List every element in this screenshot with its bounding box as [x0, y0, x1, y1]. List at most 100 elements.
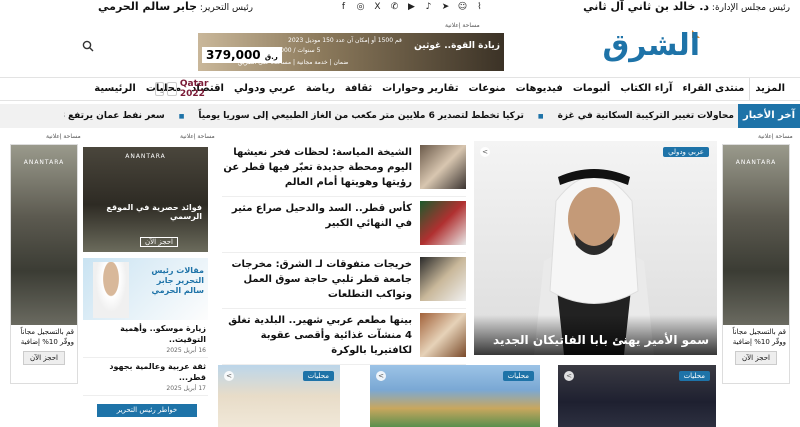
nav-item[interactable]: فيديوهات [511, 78, 568, 100]
editor-label: رئيس التحرير: [199, 3, 254, 13]
hero-title[interactable]: سمو الأمير يهنئ بابا الفاتيكان الجديد [493, 333, 709, 347]
nav-item[interactable]: منوعات [463, 78, 510, 100]
share-icon[interactable]: < [480, 147, 490, 157]
tiktok-icon[interactable]: ♪ [423, 1, 434, 12]
mid-ad[interactable]: ANANTARA فوائد حصرية في الموقع الرسمي اح… [83, 147, 208, 252]
news-item[interactable]: خريجات متفوقات لـ الشرق: مخرجات جامعة قط… [222, 253, 466, 309]
ticker-items: محاولات تغيير التركيبة السكانية في غزة ■ ت… [64, 104, 734, 128]
nav-item[interactable]: المزيد [749, 78, 790, 100]
editor-article-list: زيارة موسكو.. وأهمية التوقيت.. 16 أبريل 2… [83, 320, 208, 396]
nav-item[interactable]: تقارير وحوارات [377, 78, 463, 100]
ticker-separator-icon: ■ [178, 113, 185, 120]
mid-ad-button[interactable]: احجز الآن [140, 237, 178, 247]
share-icon[interactable]: < [224, 371, 234, 381]
nav-item[interactable]: الرئيسية [89, 78, 141, 100]
hero-badge[interactable]: عربي ودولي [663, 147, 709, 157]
editor-articles-banner[interactable]: مقالات رئيس التحرير جابر سالم الحرمي [83, 258, 208, 320]
facebook-icon[interactable]: f [338, 1, 349, 12]
news-title[interactable]: خريجات متفوقات لـ الشرق: مخرجات جامعة قط… [222, 257, 412, 302]
card-badge[interactable]: محليات [302, 371, 334, 381]
board-chair-name: د. خالد بن ثاني آل ثاني [583, 0, 710, 13]
nav-item[interactable]: ثقافة [340, 78, 377, 100]
news-card-3[interactable]: محليات < [558, 365, 716, 427]
editor-article-item[interactable]: ثقة عربية وعالمية بجهود قطر... 17 أبريل 2… [83, 358, 208, 396]
nav-item[interactable]: عربي ودولي [229, 78, 301, 100]
editor-more-button[interactable]: خواطر رئيس التحرير [97, 404, 197, 417]
news-card-2[interactable]: محليات < [370, 365, 540, 427]
telegram-icon[interactable]: ➤ [440, 1, 451, 12]
board-chair-label: رئيس مجلس الإدارة: [711, 3, 790, 13]
snapchat-icon[interactable]: ☺ [457, 1, 468, 12]
nav-item[interactable]: آراء الكتاب [615, 78, 677, 100]
ad-slogan: زيادة القوة.. غوثين [414, 41, 500, 51]
editor-name: جابر سالم الحرمي [98, 0, 198, 13]
editor-article-date: 17 أبريل 2025 [166, 385, 206, 392]
mid-ad-label: مساحة إعلانية [180, 133, 215, 140]
right-ad-label: مساحة إعلانية [758, 133, 793, 140]
partner-logo-icon [155, 82, 165, 96]
editor-in-chief: رئيس التحرير: جابر سالم الحرمي [98, 0, 253, 13]
ad-brand: ANANTARA [723, 145, 789, 325]
nav-item[interactable]: منتدى القراء [677, 78, 749, 100]
x-icon[interactable]: X [372, 1, 383, 12]
ad-text: قم بالتسجيل مجاناً ووفّر 10% إضافية [20, 328, 74, 346]
news-title[interactable]: بينها مطعم عربي شهير.. البلدية تغلق 4 من… [222, 313, 412, 358]
share-icon[interactable]: < [376, 371, 386, 381]
editor-article-date: 16 أبريل 2025 [166, 347, 206, 354]
card-badge[interactable]: محليات [678, 371, 710, 381]
site-logo[interactable]: الشرق [602, 24, 700, 68]
ad-price: 379,000 ر.ق [202, 47, 282, 63]
editor-article-title[interactable]: ثقة عربية وعالمية بجهود قطر... [85, 361, 206, 383]
ad-brand: ANANTARA [11, 145, 77, 325]
main-nav: الرئيسية محليات اقتصاد عربي ودولي رياضة ثقافة… [0, 77, 800, 101]
ticker-item[interactable]: محاولات تغيير التركيبة السكانية في غزة [558, 111, 734, 121]
nav-item[interactable]: رياضة [301, 78, 340, 100]
share-icon[interactable]: < [564, 371, 574, 381]
mid-ad-brand: ANANTARA [125, 153, 166, 160]
partner-logo-icon [167, 82, 177, 96]
news-title[interactable]: كأس قطر.. السد والدحيل صراع مثير في النه… [222, 201, 412, 231]
ad-book-button[interactable]: احجز الآن [735, 351, 777, 365]
editor-article-item[interactable]: زيارة موسكو.. وأهمية التوقيت.. 16 أبريل 2… [83, 320, 208, 358]
top-ad-banner[interactable]: زيادة القوة.. غوثين قم 1500 أو إمكان آن … [198, 33, 504, 71]
news-thumbnail[interactable] [420, 257, 466, 301]
ad-fine-print: قم 1500 أو إمكان آن عدد 150 موديل 2023 [288, 37, 402, 44]
whatsapp-icon[interactable]: ✆ [389, 1, 400, 12]
qatar-2022-text: Qatar 2022 [179, 79, 209, 99]
rss-icon[interactable]: ⌇ [474, 1, 485, 12]
ad-label: مساحة إعلانية [445, 22, 480, 29]
board-chair: رئيس مجلس الإدارة: د. خالد بن ثاني آل ثا… [583, 0, 790, 13]
news-thumbnail[interactable] [420, 145, 466, 189]
news-item[interactable]: كأس قطر.. السد والدحيل صراع مثير في النه… [222, 197, 466, 253]
breaking-news-ticker: آخر الأخبار محاولات تغيير التركيبة السكا… [0, 104, 800, 128]
page: { "header": { "board_chair_label": "رئيس… [0, 0, 800, 427]
ticker-separator-icon: ■ [537, 113, 544, 120]
news-item[interactable]: بينها مطعم عربي شهير.. البلدية تغلق 4 من… [222, 309, 466, 365]
ad-price-value: 379,000 [206, 48, 261, 62]
news-item[interactable]: الشيخة المياسة: لحظات فخر نعيشها اليوم و… [222, 141, 466, 197]
news-title[interactable]: الشيخة المياسة: لحظات فخر نعيشها اليوم و… [222, 145, 412, 190]
ticker-label: آخر الأخبار [738, 104, 800, 128]
news-card-1[interactable]: محليات < [218, 365, 340, 427]
youtube-icon[interactable]: ▶ [406, 1, 417, 12]
left-side-ad[interactable]: ANANTARA قم بالتسجيل مجاناً ووفّر 10% إض… [10, 144, 78, 384]
social-links: f ◎ X ✆ ▶ ♪ ➤ ☺ ⌇ [338, 1, 485, 12]
ticker-item[interactable]: سعر نفط عمان يرتفع 2.18 دولار للبرميل [64, 111, 165, 121]
ad-currency: ر.ق [264, 53, 278, 61]
news-thumbnail[interactable] [420, 201, 466, 245]
nav-item[interactable]: ألبومات [568, 78, 616, 100]
hero-story[interactable]: عربي ودولي < سمو الأمير يهنئ بابا الفاتي… [474, 141, 717, 355]
editor-article-title[interactable]: زيارة موسكو.. وأهمية التوقيت.. [85, 323, 206, 345]
card-badge[interactable]: محليات [502, 371, 534, 381]
news-list: الشيخة المياسة: لحظات فخر نعيشها اليوم و… [222, 141, 466, 365]
right-side-ad[interactable]: ANANTARA قم بالتسجيل مجاناً ووفّر 10% إض… [722, 144, 790, 384]
news-thumbnail[interactable] [420, 313, 466, 357]
ad-book-button[interactable]: احجز الآن [23, 351, 65, 365]
qatar-2022-logos[interactable]: Qatar 2022 [155, 79, 215, 99]
ticker-item[interactable]: تركيا تخطط لتصدير 6 ملايين متر مكعب من ا… [198, 111, 524, 121]
instagram-icon[interactable]: ◎ [355, 1, 366, 12]
search-icon[interactable] [82, 40, 94, 52]
logo-text: الشرق [602, 28, 700, 63]
mid-ad-offer: فوائد حصرية في الموقع الرسمي [106, 203, 202, 221]
editor-photo [93, 262, 129, 318]
